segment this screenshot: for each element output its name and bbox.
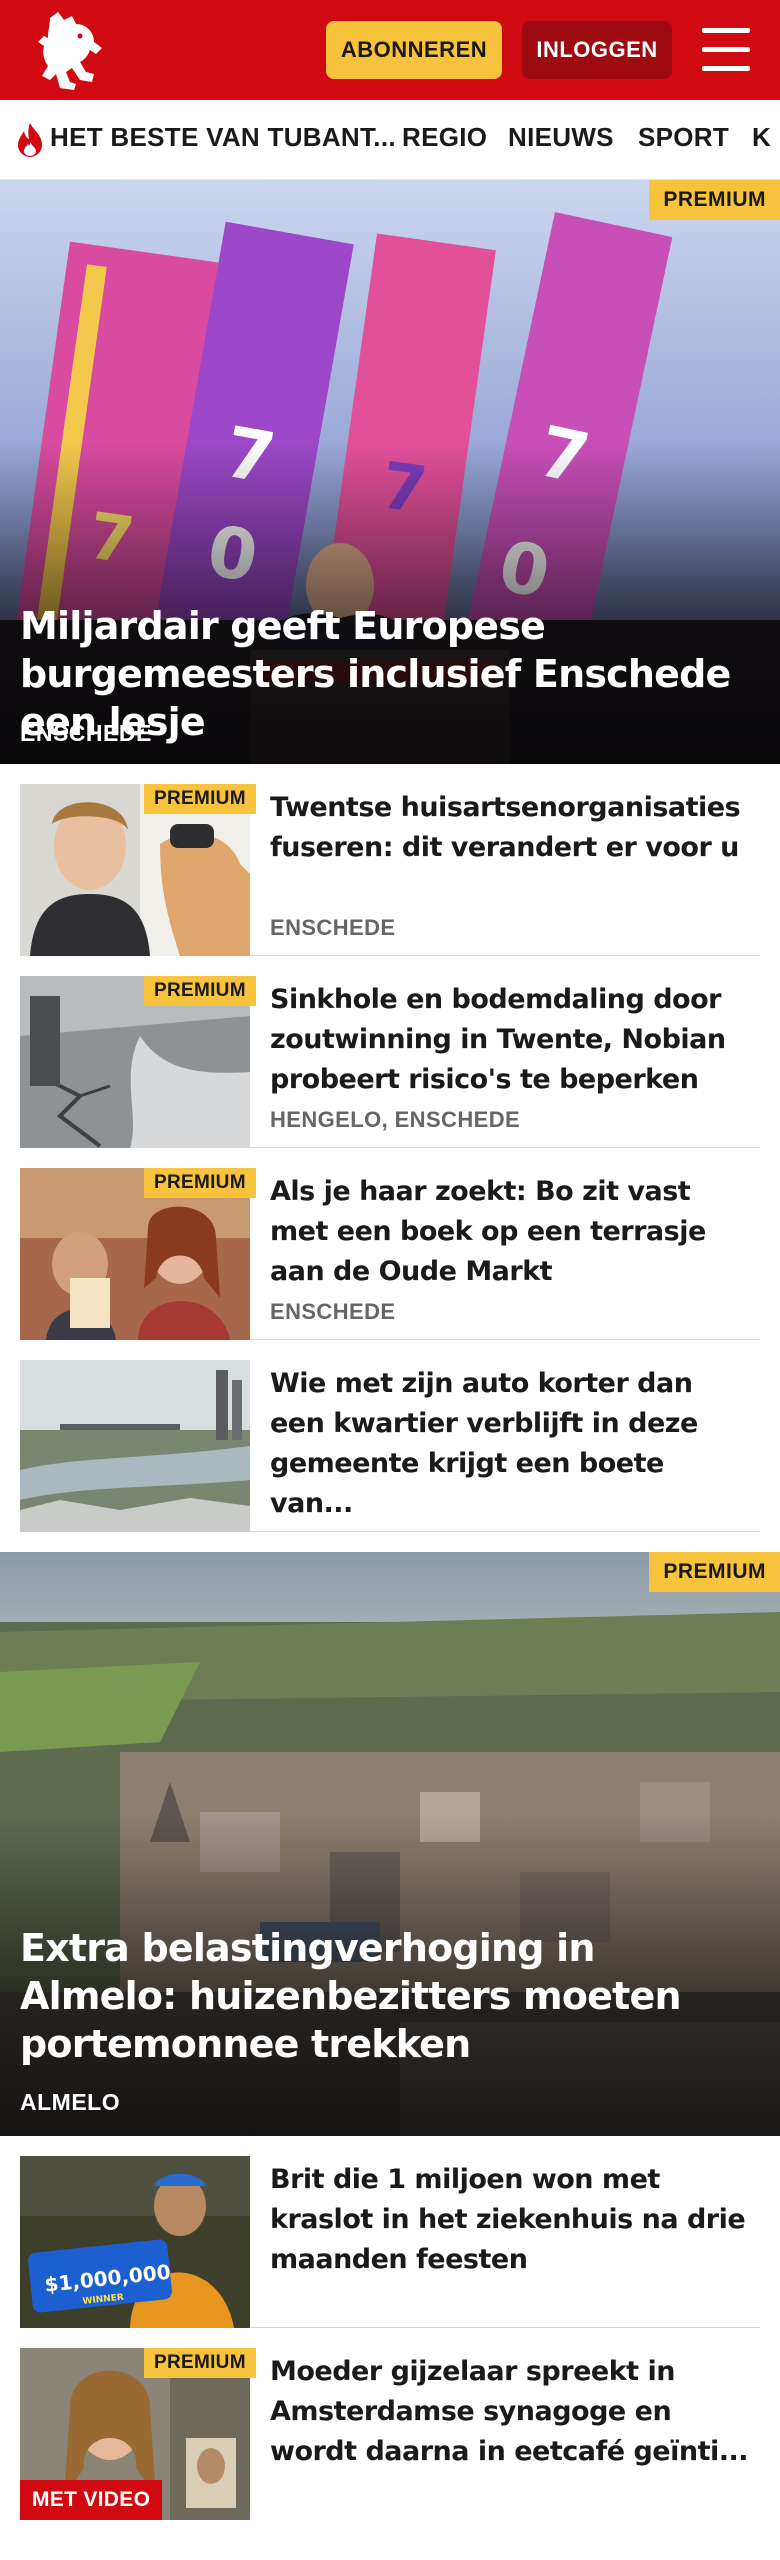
article-thumbnail-lottery-winner: $1,000,000 WINNER bbox=[20, 2156, 250, 2328]
tubantia-horse-logo-icon[interactable] bbox=[36, 10, 106, 90]
article-headline[interactable]: Wie met zijn auto korter dan een kwartie… bbox=[270, 1364, 755, 1524]
hero-article-2[interactable]: PREMIUM Extra belastingverhoging in Alme… bbox=[0, 1552, 780, 2136]
premium-badge: PREMIUM bbox=[649, 1552, 780, 1592]
premium-badge: PREMIUM bbox=[144, 976, 256, 1006]
nav-item-nieuws[interactable]: NIEUWS bbox=[508, 122, 614, 153]
premium-badge: PREMIUM bbox=[144, 784, 256, 814]
article-headline[interactable]: Als je haar zoekt: Bo zit vast met een b… bbox=[270, 1172, 755, 1292]
login-button[interactable]: INLOGGEN bbox=[522, 21, 672, 79]
premium-badge: PREMIUM bbox=[649, 180, 780, 220]
top-bar: ABONNEREN INLOGGEN bbox=[0, 0, 780, 100]
premium-badge: PREMIUM bbox=[144, 2348, 256, 2378]
flame-icon bbox=[16, 122, 44, 158]
hero-location: ENSCHEDE bbox=[20, 720, 152, 746]
nav-item-sport[interactable]: SPORT bbox=[638, 122, 729, 153]
video-badge: MET VIDEO bbox=[20, 2480, 163, 2520]
article-headline[interactable]: Brit die 1 miljoen won met kraslot in he… bbox=[270, 2160, 755, 2280]
section-nav: HET BESTE VAN TUBANT... REGIO NIEUWS SPO… bbox=[0, 100, 780, 180]
nav-item-het-beste[interactable]: HET BESTE VAN TUBANT... bbox=[50, 122, 396, 153]
article-headline[interactable]: Sinkhole en bodemdaling door zoutwinning… bbox=[270, 980, 755, 1100]
article-headline[interactable]: Moeder gijzelaar spreekt in Amsterdamse … bbox=[270, 2352, 755, 2472]
list-item[interactable]: PREMIUM Als je haar zoekt: Bo zit vast m… bbox=[20, 1168, 760, 1340]
article-headline[interactable]: Twentse huisartsenorganisaties fuseren: … bbox=[270, 788, 755, 868]
article-thumbnail-river-city bbox=[20, 1360, 250, 1532]
list-item[interactable]: PREMIUM Twentse huisartsenorganisaties f… bbox=[20, 784, 760, 956]
hero-location: ALMELO bbox=[20, 2089, 121, 2115]
article-location: ENSCHEDE bbox=[270, 1299, 396, 1324]
list-item[interactable]: Wie met zijn auto korter dan een kwartie… bbox=[20, 1360, 760, 1532]
hero-headline[interactable]: Extra belastingverhoging in Almelo: huiz… bbox=[20, 1924, 760, 2068]
article-location: ENSCHEDE bbox=[270, 915, 396, 940]
nav-item-regio[interactable]: REGIO bbox=[402, 122, 487, 153]
list-item[interactable]: $1,000,000 WINNER Brit die 1 miljoen won… bbox=[20, 2156, 760, 2328]
hero-article-1[interactable]: 7 7 7 7 0 0 PREMIUM Miljardair geeft Eur… bbox=[0, 180, 780, 764]
hamburger-menu-icon[interactable] bbox=[702, 28, 750, 72]
premium-badge: PREMIUM bbox=[144, 1168, 256, 1198]
list-item[interactable]: PREMIUM Sinkhole en bodemdaling door zou… bbox=[20, 976, 760, 1148]
nav-item-partial[interactable]: K bbox=[752, 122, 771, 153]
subscribe-button[interactable]: ABONNEREN bbox=[326, 21, 502, 79]
article-location: HENGELO, ENSCHEDE bbox=[270, 1107, 521, 1132]
list-item[interactable]: PREMIUM MET VIDEO Moeder gijzelaar spree… bbox=[20, 2348, 760, 2520]
